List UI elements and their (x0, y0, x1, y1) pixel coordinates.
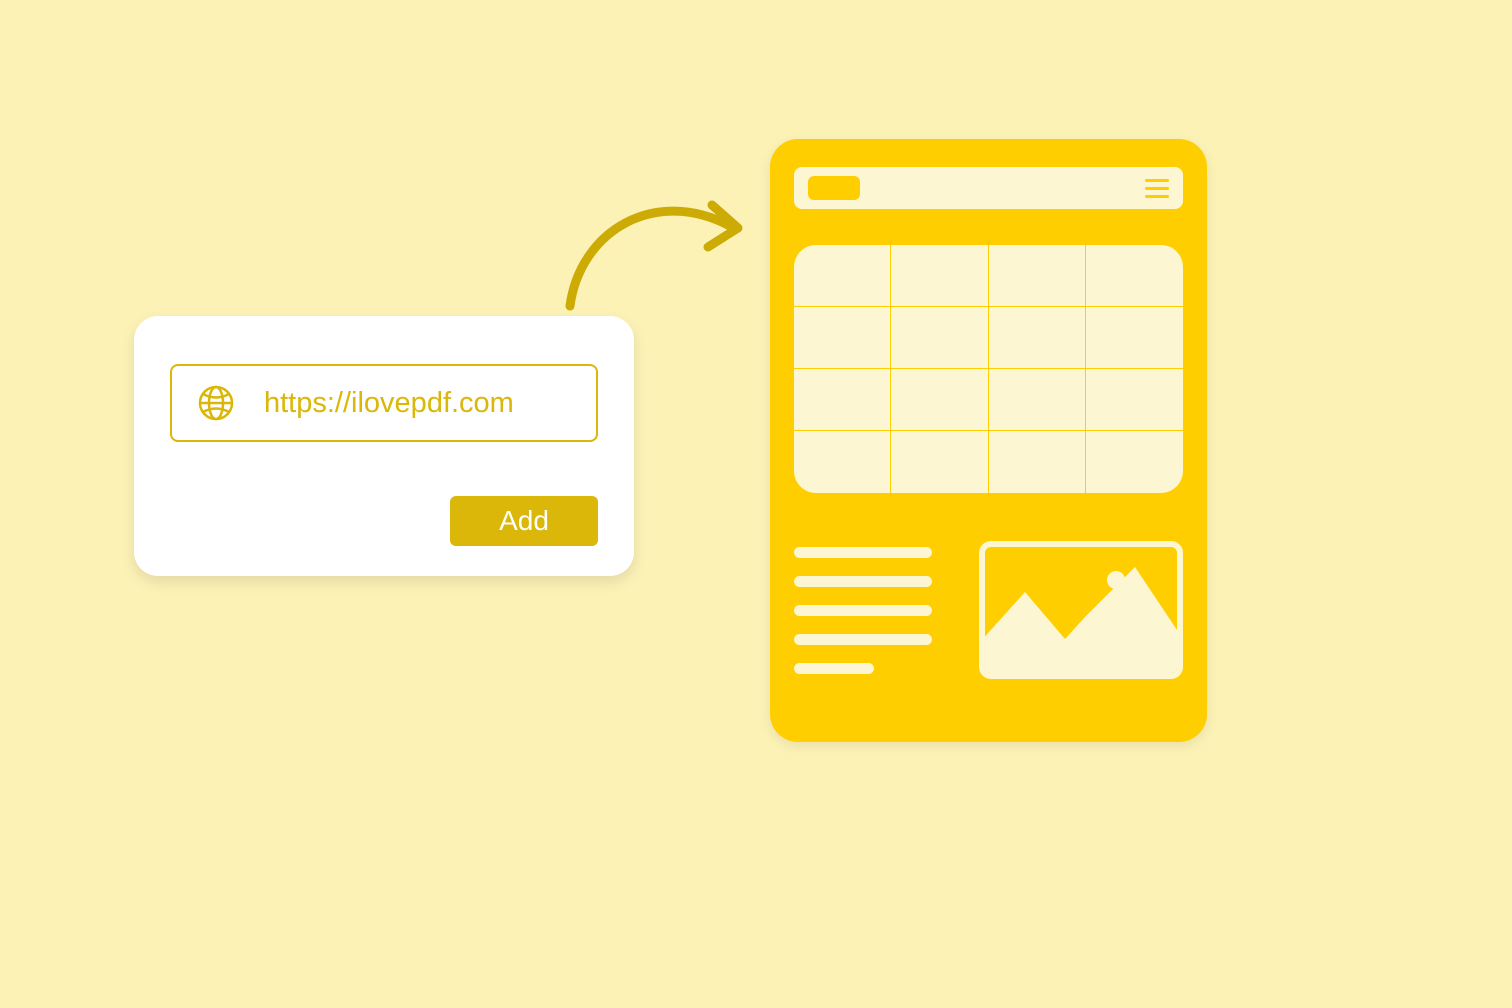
url-input-value: https://ilovepdf.com (264, 387, 514, 420)
document-table-placeholder (794, 245, 1183, 493)
add-button[interactable]: Add (450, 496, 598, 546)
arrow-icon (560, 176, 760, 316)
document-logo-placeholder (808, 176, 860, 200)
document-header-bar (794, 167, 1183, 209)
url-input-card: https://ilovepdf.com Add (134, 316, 634, 576)
document-preview-card (770, 139, 1207, 742)
globe-icon (196, 383, 236, 423)
document-lower-section (794, 541, 1183, 679)
document-image-placeholder (979, 541, 1183, 679)
url-input-field[interactable]: https://ilovepdf.com (170, 364, 598, 442)
add-button-label: Add (499, 505, 549, 537)
hamburger-menu-icon (1145, 179, 1169, 198)
document-text-lines-placeholder (794, 541, 951, 674)
